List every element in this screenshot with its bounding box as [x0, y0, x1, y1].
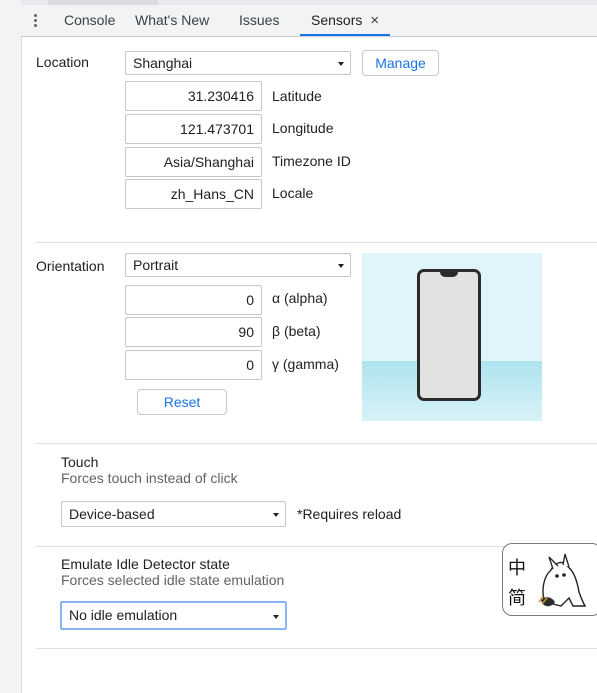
phone-icon[interactable]: [417, 269, 481, 401]
touch-title: Touch: [61, 454, 99, 470]
idle-description: Forces selected idle state emulation: [61, 572, 285, 588]
longitude-label: Longitude: [272, 120, 334, 136]
beta-input[interactable]: 90: [125, 317, 262, 347]
section-divider: [36, 443, 597, 444]
latitude-input[interactable]: 31.230416: [125, 81, 262, 111]
drawer-tabbar: Console What's New Issues Sensors ×: [21, 5, 597, 37]
alpha-input[interactable]: 0: [125, 285, 262, 315]
gamma-label: γ (gamma): [272, 356, 339, 372]
touch-select-value: Device-based: [69, 506, 155, 522]
idle-title: Emulate Idle Detector state: [61, 556, 230, 572]
phone-notch: [440, 271, 458, 277]
section-divider: [36, 648, 597, 649]
tab-console[interactable]: Console: [64, 5, 115, 36]
section-divider: [36, 242, 597, 243]
locale-input[interactable]: zh_Hans_CN: [125, 179, 262, 209]
tab-issues[interactable]: Issues: [239, 5, 279, 36]
idle-select-value: No idle emulation: [69, 607, 178, 623]
timezone-input[interactable]: Asia/Shanghai: [125, 147, 262, 177]
tab-sensors-label: Sensors: [311, 12, 363, 28]
manage-button[interactable]: Manage: [362, 50, 439, 76]
reset-button[interactable]: Reset: [137, 389, 227, 415]
chevron-down-icon: [273, 513, 279, 517]
touch-description: Forces touch instead of click: [61, 470, 238, 486]
orientation-preview[interactable]: [362, 253, 542, 421]
latitude-label: Latitude: [272, 88, 322, 104]
orientation-select[interactable]: Portrait: [125, 253, 351, 277]
ime-status-widget[interactable]: 中 简: [502, 543, 597, 616]
idle-select[interactable]: No idle emulation: [60, 601, 287, 630]
tab-whats-new[interactable]: What's New: [135, 5, 209, 36]
alpha-label: α (alpha): [272, 290, 328, 306]
ime-chinese-mode[interactable]: 中: [508, 554, 526, 580]
orientation-label: Orientation: [36, 258, 105, 274]
more-tabs-icon[interactable]: [33, 13, 37, 29]
close-icon[interactable]: ×: [370, 12, 379, 29]
beta-label: β (beta): [272, 323, 321, 339]
locale-label: Locale: [272, 185, 314, 201]
touch-select[interactable]: Device-based: [61, 501, 286, 527]
ime-mascot-icon: [538, 553, 587, 607]
ime-simplified-mode[interactable]: 简: [508, 584, 526, 610]
location-select[interactable]: Shanghai: [125, 51, 351, 75]
tab-sensors[interactable]: Sensors ×: [300, 5, 391, 36]
chevron-down-icon: [273, 615, 279, 619]
location-select-value: Shanghai: [133, 55, 193, 71]
left-gutter: [0, 0, 22, 693]
orientation-select-value: Portrait: [133, 257, 179, 273]
chevron-down-icon: [338, 264, 344, 268]
longitude-input[interactable]: 121.473701: [125, 114, 262, 144]
timezone-label: Timezone ID: [272, 153, 351, 169]
requires-reload-note: *Requires reload: [297, 506, 402, 522]
location-label: Location: [36, 54, 89, 70]
gamma-input[interactable]: 0: [125, 350, 262, 380]
chevron-down-icon: [338, 62, 344, 66]
